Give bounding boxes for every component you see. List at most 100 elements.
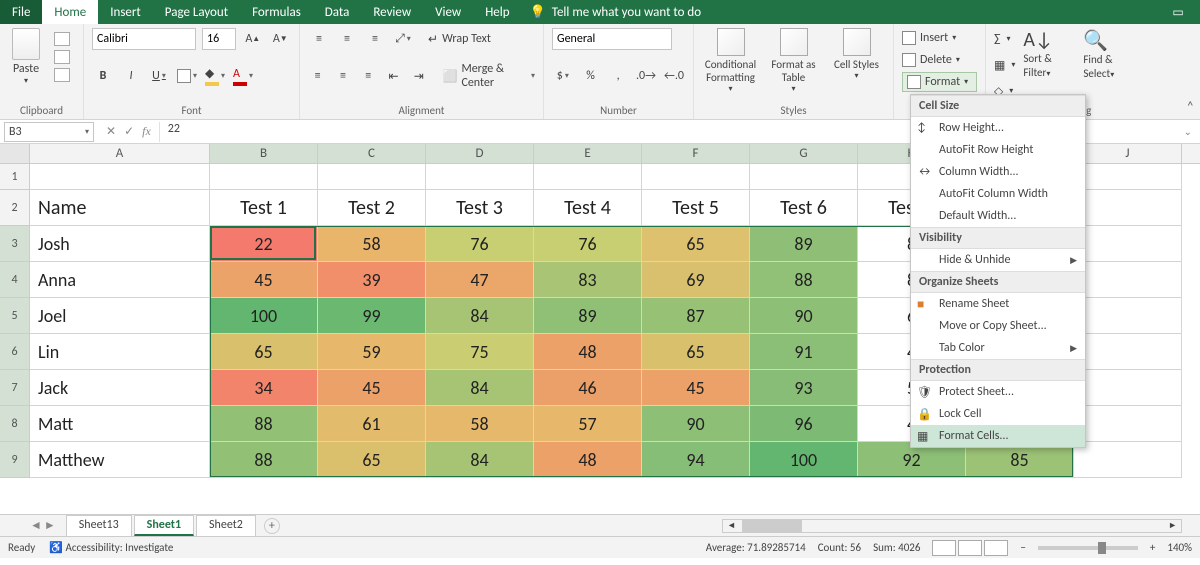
increase-decimal-icon[interactable]: .0→ — [635, 65, 657, 87]
fm-autofit-row[interactable]: AutoFit Row Height — [911, 139, 1085, 161]
fx-icon[interactable]: fx — [142, 124, 151, 139]
row-header-9[interactable]: 9 — [0, 442, 30, 478]
tab-file[interactable]: File — [0, 0, 42, 24]
decrease-decimal-icon[interactable]: ←.0 — [663, 65, 685, 87]
column-header-D[interactable]: D — [426, 144, 534, 163]
align-center-icon[interactable]: ≡ — [333, 65, 352, 87]
cell-E5[interactable]: 89 — [534, 298, 642, 334]
cell-G1[interactable] — [750, 164, 858, 190]
cell-F2[interactable]: Test 5 — [642, 190, 750, 226]
cell-C4[interactable]: 39 — [318, 262, 426, 298]
row-header-3[interactable]: 3 — [0, 226, 30, 262]
copy-icon[interactable] — [54, 50, 70, 64]
cell-C9[interactable]: 65 — [318, 442, 426, 478]
cell-F1[interactable] — [642, 164, 750, 190]
cell-A9[interactable]: Matthew — [30, 442, 210, 478]
fm-rename-sheet[interactable]: ■Rename Sheet — [911, 293, 1085, 315]
autosum-button[interactable]: ∑ ▾ — [994, 28, 1015, 50]
cell-B3[interactable]: 22 — [210, 226, 318, 262]
cell-C1[interactable] — [318, 164, 426, 190]
column-header-F[interactable]: F — [642, 144, 750, 163]
increase-indent-icon[interactable]: ⇥ — [409, 65, 428, 87]
cell-A2[interactable]: Name — [30, 190, 210, 226]
row-header-5[interactable]: 5 — [0, 298, 30, 334]
cell-A3[interactable]: Josh — [30, 226, 210, 262]
paste-button[interactable]: Paste ▾ — [8, 28, 44, 86]
cell-E7[interactable]: 46 — [534, 370, 642, 406]
cell-J5[interactable] — [1074, 298, 1182, 334]
row-header-7[interactable]: 7 — [0, 370, 30, 406]
delete-cells-button[interactable]: Delete▾ — [902, 50, 977, 70]
tab-page-layout[interactable]: Page Layout — [153, 0, 240, 24]
cell-D8[interactable]: 58 — [426, 406, 534, 442]
row-header-1[interactable]: 1 — [0, 164, 30, 190]
collapse-ribbon-icon[interactable]: ˄ — [1186, 98, 1194, 115]
cell-G8[interactable]: 96 — [750, 406, 858, 442]
column-header-J[interactable]: J — [1074, 144, 1182, 163]
fill-color-button[interactable]: ◆ — [204, 65, 226, 87]
tab-data[interactable]: Data — [313, 0, 362, 24]
status-accessibility[interactable]: ♿ Accessibility: Investigate — [49, 541, 173, 554]
cell-C5[interactable]: 99 — [318, 298, 426, 334]
italic-button[interactable]: I — [120, 65, 142, 87]
cell-G4[interactable]: 88 — [750, 262, 858, 298]
merge-center-button[interactable]: ⬜Merge & Center — [442, 62, 535, 90]
column-header-B[interactable]: B — [210, 144, 318, 163]
sort-filter-button[interactable]: A↓Sort & Filter▾ — [1023, 28, 1075, 102]
cell-J8[interactable] — [1074, 406, 1182, 442]
sheet-tab-sheet13[interactable]: Sheet13 — [66, 515, 132, 536]
comma-format-icon[interactable]: , — [607, 65, 629, 87]
align-bottom-icon[interactable]: ≡ — [364, 28, 386, 50]
cell-D3[interactable]: 76 — [426, 226, 534, 262]
underline-button[interactable]: U — [148, 65, 170, 87]
fm-lock-cell[interactable]: 🔒Lock Cell — [911, 403, 1085, 425]
fm-move-copy[interactable]: Move or Copy Sheet... — [911, 315, 1085, 337]
column-header-E[interactable]: E — [534, 144, 642, 163]
tab-view[interactable]: View — [423, 0, 473, 24]
row-header-4[interactable]: 4 — [0, 262, 30, 298]
cell-D9[interactable]: 84 — [426, 442, 534, 478]
fm-column-width[interactable]: ↔Column Width... — [911, 161, 1085, 183]
cell-E4[interactable]: 83 — [534, 262, 642, 298]
row-header-2[interactable]: 2 — [0, 190, 30, 226]
sheet-tab-sheet2[interactable]: Sheet2 — [196, 515, 256, 536]
font-size-select[interactable] — [202, 28, 236, 50]
cell-E2[interactable]: Test 4 — [534, 190, 642, 226]
row-header-8[interactable]: 8 — [0, 406, 30, 442]
cell-E8[interactable]: 57 — [534, 406, 642, 442]
cell-F6[interactable]: 65 — [642, 334, 750, 370]
ribbon-display-options-icon[interactable]: ▭ — [1156, 0, 1200, 24]
cell-G6[interactable]: 91 — [750, 334, 858, 370]
cell-G5[interactable]: 90 — [750, 298, 858, 334]
cell-J1[interactable] — [1074, 164, 1182, 190]
fm-row-height[interactable]: ↕Row Height... — [911, 117, 1085, 139]
tell-me-search[interactable]: 💡 Tell me what you want to do — [530, 5, 702, 20]
cell-E6[interactable]: 48 — [534, 334, 642, 370]
cell-E1[interactable] — [534, 164, 642, 190]
cell-B2[interactable]: Test 1 — [210, 190, 318, 226]
find-select-button[interactable]: 🔍Find & Select▾ — [1083, 28, 1135, 102]
format-as-table-button[interactable]: Format as Table▾ — [765, 28, 822, 94]
increase-font-icon[interactable]: A▲ — [242, 28, 264, 50]
sheet-nav-next-icon[interactable]: ► — [44, 518, 56, 533]
fill-button[interactable]: ▦ ▾ — [994, 54, 1015, 76]
zoom-thumb[interactable] — [1098, 542, 1106, 554]
fm-hide-unhide[interactable]: Hide & Unhide▶ — [911, 249, 1085, 271]
cell-F7[interactable]: 45 — [642, 370, 750, 406]
decrease-indent-icon[interactable]: ⇤ — [384, 65, 403, 87]
cell-D6[interactable]: 75 — [426, 334, 534, 370]
cell-B1[interactable] — [210, 164, 318, 190]
cell-C2[interactable]: Test 2 — [318, 190, 426, 226]
align-middle-icon[interactable]: ≡ — [336, 28, 358, 50]
fm-autofit-column[interactable]: AutoFit Column Width — [911, 183, 1085, 205]
cell-J3[interactable] — [1074, 226, 1182, 262]
insert-cells-button[interactable]: Insert▾ — [902, 28, 977, 48]
enter-formula-icon[interactable]: ✓ — [124, 124, 134, 139]
sheet-nav-prev-icon[interactable]: ◄ — [30, 518, 42, 533]
zoom-slider[interactable] — [1038, 546, 1138, 550]
tab-help[interactable]: Help — [473, 0, 521, 24]
page-layout-view-icon[interactable] — [958, 540, 982, 556]
cell-C8[interactable]: 61 — [318, 406, 426, 442]
cell-A4[interactable]: Anna — [30, 262, 210, 298]
cell-E9[interactable]: 48 — [534, 442, 642, 478]
